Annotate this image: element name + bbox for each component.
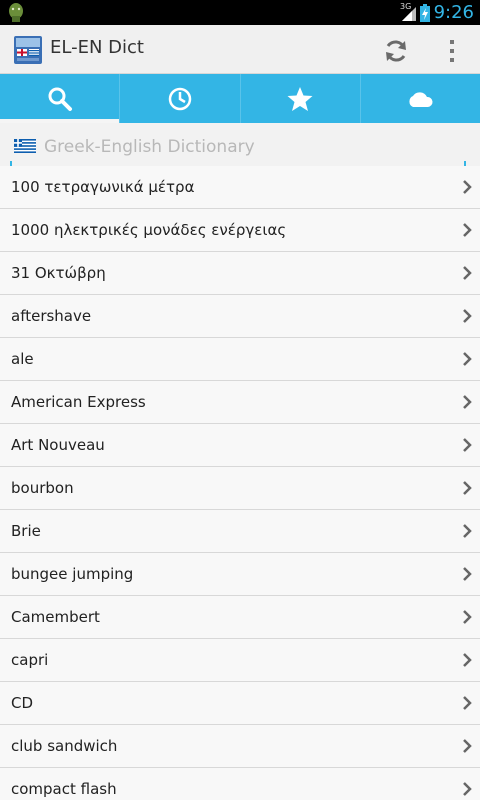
list-item-label: Camembert: [11, 608, 100, 626]
star-icon: [287, 86, 313, 111]
list-item[interactable]: bourbon: [0, 467, 480, 510]
search-bar: [0, 123, 480, 171]
chevron-right-icon: [463, 438, 472, 452]
more-vert-icon: [450, 40, 454, 62]
app-title: EL-EN Dict: [50, 37, 144, 58]
greek-flag-icon: [14, 139, 36, 153]
list-item[interactable]: Brie: [0, 510, 480, 553]
list-item-label: CD: [11, 694, 34, 712]
list-item[interactable]: bungee jumping: [0, 553, 480, 596]
signal-icon: [401, 6, 416, 21]
list-item-label: aftershave: [11, 307, 92, 325]
list-item[interactable]: compact flash: [0, 768, 480, 800]
status-bar: 3G 9:26: [0, 0, 480, 25]
tab-cloud[interactable]: [361, 74, 480, 123]
list-item[interactable]: 31 Οκτώβρη: [0, 252, 480, 295]
list-item-label: ale: [11, 350, 34, 368]
chevron-right-icon: [463, 395, 472, 409]
battery-icon: [419, 3, 430, 22]
list-item-label: 100 τετραγωνικά μέτρα: [11, 178, 195, 196]
list-item[interactable]: CD: [0, 682, 480, 725]
refresh-icon: [386, 40, 406, 62]
android-debug-icon: [9, 3, 23, 22]
chevron-right-icon: [463, 739, 472, 753]
list-item[interactable]: 100 τετραγωνικά μέτρα: [0, 166, 480, 209]
word-list: 100 τετραγωνικά μέτρα 1000 ηλεκτρικές μον…: [0, 166, 480, 800]
action-bar: EL-EN Dict: [0, 25, 480, 74]
list-item[interactable]: Art Nouveau: [0, 424, 480, 467]
list-item[interactable]: capri: [0, 639, 480, 682]
overflow-menu-button[interactable]: [438, 33, 466, 69]
history-icon: [168, 87, 192, 110]
list-item-label: Brie: [11, 522, 41, 540]
status-clock: 9:26: [433, 2, 474, 23]
list-item[interactable]: Camembert: [0, 596, 480, 639]
chevron-right-icon: [463, 481, 472, 495]
cloud-icon: [409, 91, 433, 107]
list-item[interactable]: ale: [0, 338, 480, 381]
list-item-label: compact flash: [11, 780, 117, 798]
chevron-right-icon: [463, 696, 472, 710]
search-input[interactable]: [44, 133, 464, 161]
list-item[interactable]: American Express: [0, 381, 480, 424]
list-item-label: American Express: [11, 393, 146, 411]
chevron-right-icon: [463, 266, 472, 280]
list-item-label: bungee jumping: [11, 565, 134, 583]
list-item-label: Art Nouveau: [11, 436, 105, 454]
chevron-right-icon: [463, 223, 472, 237]
tab-search[interactable]: [0, 74, 121, 123]
tab-bar: [0, 74, 480, 123]
list-item-label: capri: [11, 651, 49, 669]
chevron-right-icon: [463, 610, 472, 624]
chevron-right-icon: [463, 567, 472, 581]
search-icon: [48, 87, 72, 111]
tab-history[interactable]: [120, 74, 241, 123]
chevron-right-icon: [463, 180, 472, 194]
list-item-label: club sandwich: [11, 737, 118, 755]
tab-favorites[interactable]: [241, 74, 361, 123]
chevron-right-icon: [463, 309, 472, 323]
chevron-right-icon: [463, 782, 472, 796]
chevron-right-icon: [463, 653, 472, 667]
app-icon: [14, 36, 42, 64]
list-item-label: bourbon: [11, 479, 74, 497]
chevron-right-icon: [463, 524, 472, 538]
refresh-button[interactable]: [378, 33, 414, 69]
list-item-label: 31 Οκτώβρη: [11, 264, 106, 282]
list-item[interactable]: aftershave: [0, 295, 480, 338]
list-item[interactable]: 1000 ηλεκτρικές μονάδες ενέργειας: [0, 209, 480, 252]
list-item[interactable]: club sandwich: [0, 725, 480, 768]
list-item-label: 1000 ηλεκτρικές μονάδες ενέργειας: [11, 221, 287, 239]
status-indicators: 9:26: [401, 0, 474, 25]
chevron-right-icon: [463, 352, 472, 366]
